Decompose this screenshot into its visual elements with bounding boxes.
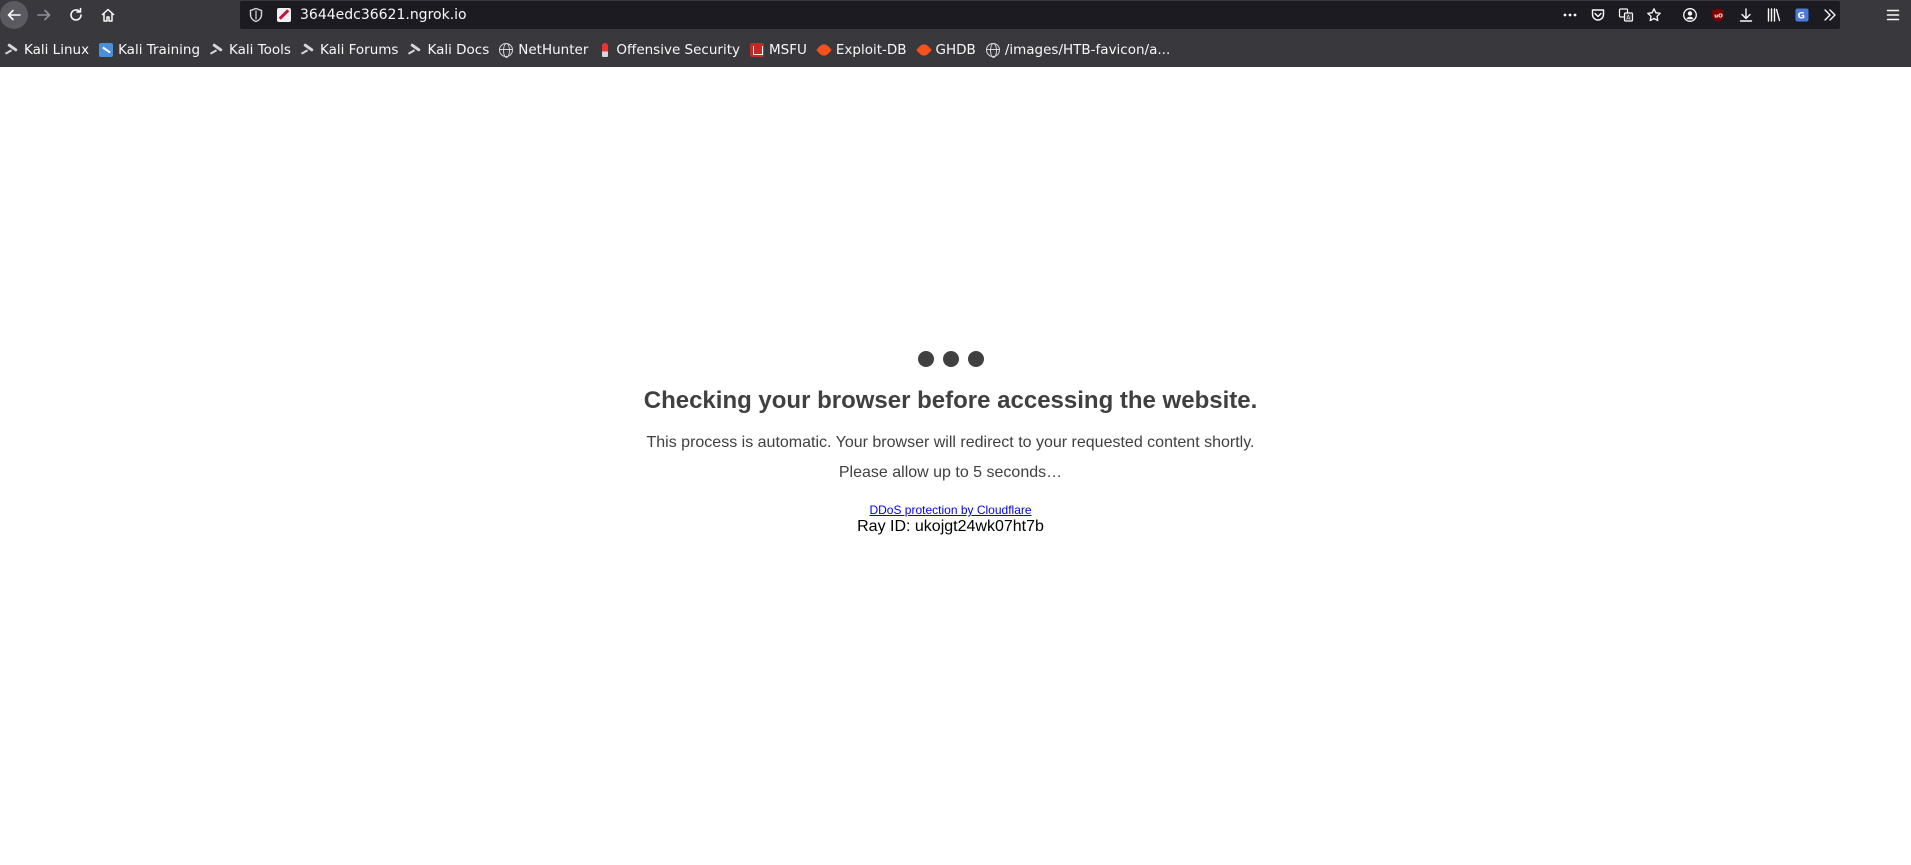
exploit-db-icon bbox=[815, 42, 832, 58]
bookmark-label: Kali Docs bbox=[427, 42, 490, 58]
download-icon bbox=[1739, 8, 1753, 22]
account-icon bbox=[1683, 8, 1697, 22]
more-dots-icon bbox=[1563, 13, 1577, 17]
forward-button[interactable] bbox=[30, 1, 58, 29]
home-button[interactable] bbox=[94, 1, 122, 29]
navigation-toolbar: 3644edc36621.ngrok.io A uO G bbox=[0, 0, 1911, 30]
account-button[interactable] bbox=[1676, 1, 1704, 29]
overflow-menu-button[interactable] bbox=[1816, 1, 1844, 29]
url-text[interactable]: 3644edc36621.ngrok.io bbox=[300, 7, 467, 23]
loading-dot bbox=[943, 351, 959, 367]
wait-message: Please allow up to 5 seconds… bbox=[838, 464, 1063, 481]
bookmark-kali-forums[interactable]: Kali Forums bbox=[296, 36, 404, 64]
toolbar-extensions: uO G bbox=[1676, 1, 1844, 29]
kali-dragon-icon bbox=[301, 43, 315, 57]
bookmark-kali-training[interactable]: Kali Training bbox=[94, 36, 205, 64]
cloudflare-link-container: DDoS protection by Cloudflare bbox=[0, 503, 1901, 517]
app-menu-button[interactable] bbox=[1879, 1, 1907, 29]
kali-dragon-icon bbox=[210, 43, 224, 57]
browser-chrome: 3644edc36621.ngrok.io A uO G Kali Linux … bbox=[0, 0, 1911, 67]
reload-icon bbox=[70, 7, 82, 21]
bookmark-label: MSFU bbox=[769, 42, 807, 58]
bookmark-label: /images/HTB-favicon/a... bbox=[1004, 42, 1171, 58]
app-menu-area bbox=[1879, 1, 1907, 29]
address-bar-actions: A bbox=[1556, 1, 1668, 29]
exploit-db-icon bbox=[915, 42, 932, 58]
reload-button[interactable] bbox=[62, 1, 90, 29]
ublock-origin-icon: uO bbox=[1712, 8, 1724, 22]
kali-dragon-icon bbox=[408, 43, 422, 57]
double-chevron-right-icon bbox=[1824, 9, 1836, 21]
bookmark-label: GHDB bbox=[935, 42, 976, 58]
bookmark-kali-docs[interactable]: Kali Docs bbox=[403, 36, 494, 64]
loading-dots-indicator bbox=[918, 349, 984, 369]
star-icon bbox=[1647, 8, 1661, 22]
svg-text:uO: uO bbox=[1714, 14, 1723, 20]
bookmark-htb-favicon[interactable]: /images/HTB-favicon/a... bbox=[981, 36, 1175, 64]
bookmark-exploit-db[interactable]: Exploit-DB bbox=[812, 36, 912, 64]
bookmarks-toolbar: Kali Linux Kali Training Kali Tools Kali… bbox=[0, 36, 1911, 64]
tracking-protection-shield-icon[interactable] bbox=[248, 7, 264, 23]
bookmark-kali-linux[interactable]: Kali Linux bbox=[0, 36, 94, 64]
translate-button[interactable]: A bbox=[1612, 1, 1640, 29]
pocket-icon bbox=[1591, 9, 1605, 21]
globe-icon bbox=[985, 43, 1000, 58]
page-heading: Checking your browser before accessing t… bbox=[643, 387, 1258, 414]
translator-extension-icon: G bbox=[1795, 8, 1809, 22]
home-icon bbox=[101, 8, 115, 22]
bookmark-nethunter[interactable]: NetHunter bbox=[494, 36, 593, 64]
svg-text:G: G bbox=[1798, 12, 1805, 22]
bookmark-label: NetHunter bbox=[518, 42, 589, 58]
site-favicon-icon[interactable] bbox=[277, 8, 291, 22]
bookmark-offensive-security[interactable]: Offensive Security bbox=[593, 36, 745, 64]
bookmark-kali-tools[interactable]: Kali Tools bbox=[205, 36, 296, 64]
ublock-origin-button[interactable]: uO bbox=[1704, 1, 1732, 29]
page-actions-button[interactable] bbox=[1556, 1, 1584, 29]
kali-training-icon bbox=[99, 43, 114, 57]
bookmark-label: Kali Training bbox=[118, 42, 201, 58]
bookmark-label: Offensive Security bbox=[616, 42, 740, 58]
bookmark-label: Kali Linux bbox=[24, 42, 90, 58]
bookmark-label: Exploit-DB bbox=[835, 42, 907, 58]
offsec-icon bbox=[602, 43, 609, 57]
hamburger-menu-icon bbox=[1886, 9, 1900, 21]
pocket-button[interactable] bbox=[1584, 1, 1612, 29]
library-icon bbox=[1767, 8, 1781, 22]
back-button[interactable] bbox=[0, 1, 28, 29]
translator-extension-button[interactable]: G bbox=[1788, 1, 1816, 29]
cloudflare-link[interactable]: DDoS protection by Cloudflare bbox=[869, 503, 1031, 517]
ray-id: Ray ID: ukojgt24wk07ht7b bbox=[857, 518, 1044, 535]
bookmark-star-button[interactable] bbox=[1640, 1, 1668, 29]
downloads-button[interactable] bbox=[1732, 1, 1760, 29]
globe-icon bbox=[499, 43, 514, 58]
bookmark-ghdb[interactable]: GHDB bbox=[912, 36, 981, 64]
translate-icon: A bbox=[1618, 8, 1634, 22]
forward-arrow-icon bbox=[37, 9, 51, 21]
library-button[interactable] bbox=[1760, 1, 1788, 29]
bookmark-label: Kali Forums bbox=[319, 42, 399, 58]
kali-dragon-icon bbox=[5, 43, 19, 57]
bookmark-label: Kali Tools bbox=[229, 42, 291, 58]
redirect-message: This process is automatic. Your browser … bbox=[646, 434, 1255, 451]
bookmark-msfu[interactable]: MSFU bbox=[745, 36, 812, 64]
msfu-icon bbox=[750, 43, 764, 57]
loading-dot bbox=[918, 351, 934, 367]
loading-dot bbox=[968, 351, 984, 367]
back-arrow-icon bbox=[7, 9, 21, 21]
page-content bbox=[0, 0, 1911, 865]
